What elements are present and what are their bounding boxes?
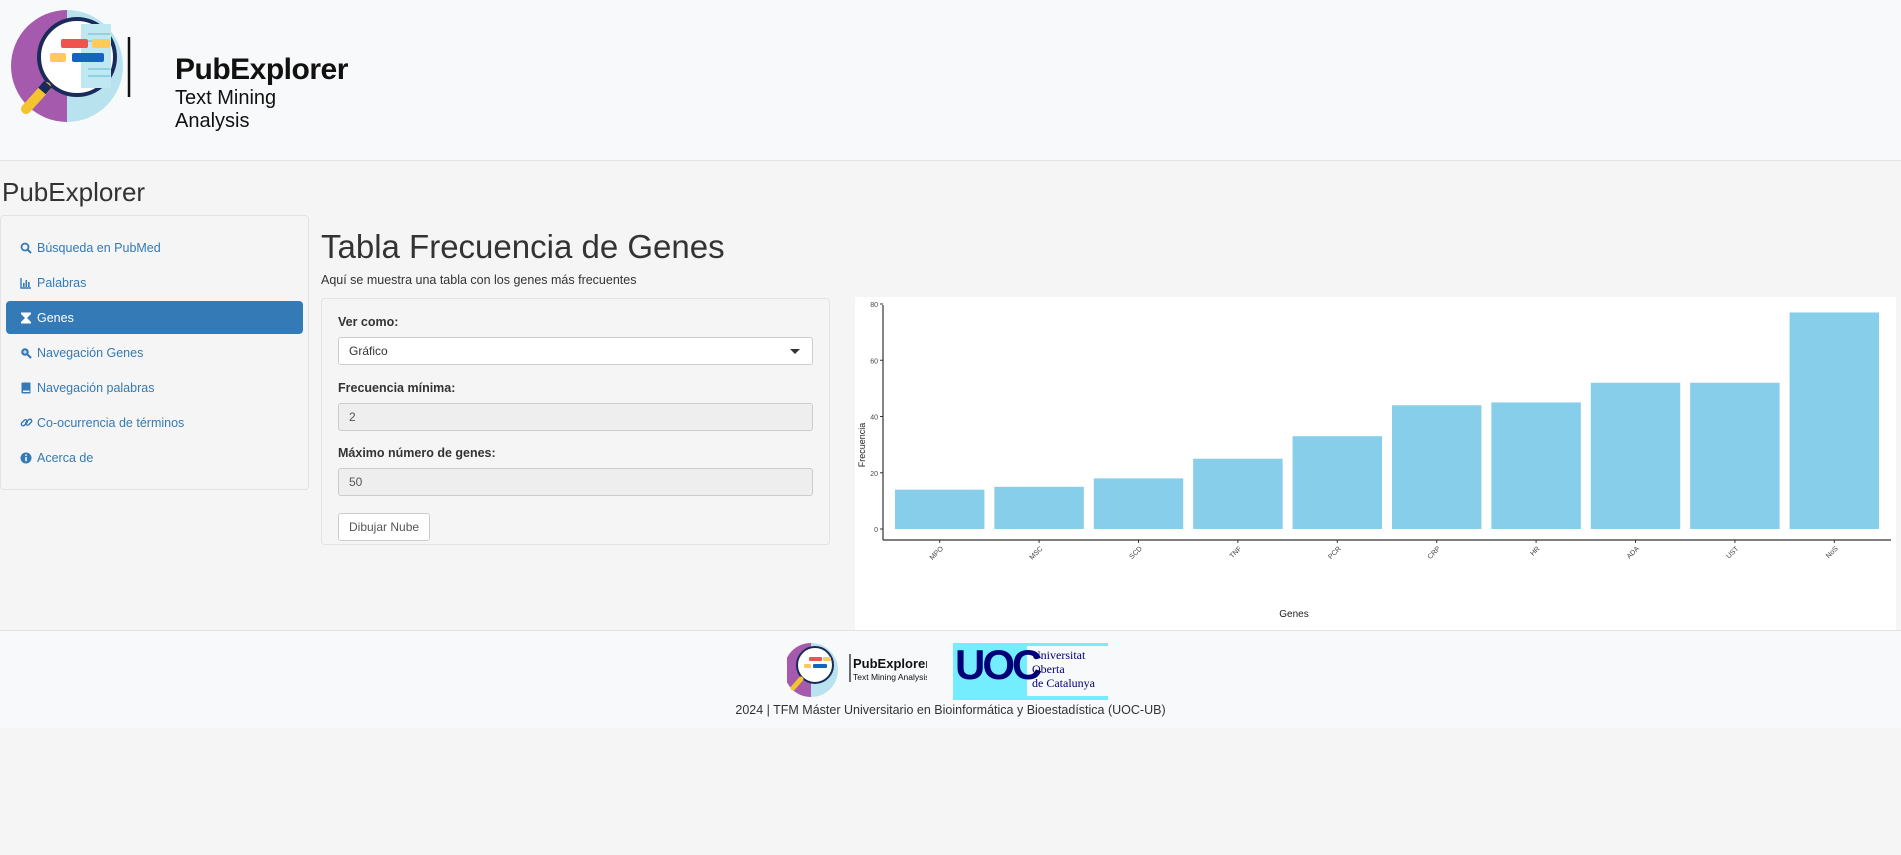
- x-tick-label: HR: [1529, 545, 1541, 557]
- x-tick-label: ADA: [1626, 545, 1641, 560]
- sidebar-item-label: Palabras: [37, 275, 87, 290]
- x-tick-label: MPO: [929, 545, 946, 562]
- search-plus-icon: [19, 346, 33, 360]
- x-tick-label: UST: [1725, 545, 1740, 560]
- bar-msc: [994, 486, 1084, 529]
- x-tick-label: PCR: [1327, 545, 1342, 560]
- sidebar-item-genes[interactable]: Genes: [6, 301, 303, 334]
- sidebar-item-label: Genes: [37, 310, 74, 325]
- link-icon: [19, 416, 33, 430]
- y-tick-label: 40: [870, 415, 878, 422]
- brand-title: PubExplorer: [175, 53, 348, 86]
- bar-ada: [1590, 382, 1681, 529]
- sidebar-nav: Búsqueda en PubMed Palabras Genes Navega…: [0, 215, 309, 490]
- footer-brand-subtitle: Text Mining Analysis: [853, 672, 927, 682]
- draw-cloud-button[interactable]: Dibujar Nube: [338, 513, 431, 541]
- caret-down-icon: [790, 349, 800, 354]
- bar-crp: [1391, 405, 1482, 529]
- uoc-name-line-1: Universitat: [1032, 648, 1086, 662]
- bar-chart: 020406080 MPO MSC SCD TNF PCR CRP HR ADA UST NoS …: [857, 302, 1891, 620]
- app-footer: PubExplorer Text Mining Analysis UOC Uni…: [0, 630, 1901, 728]
- min-frequency-label: Frecuencia mínima:: [338, 381, 456, 395]
- x-tick-label: NoS: [1825, 545, 1840, 560]
- magnifier-logo-icon: [11, 10, 131, 122]
- brand-subtitle: Text Mining Analysis: [175, 87, 277, 132]
- max-genes-input[interactable]: 50: [338, 468, 813, 496]
- sidebar-item-busqueda-pubmed[interactable]: Búsqueda en PubMed: [6, 231, 303, 264]
- sidebar-item-navegacion-genes[interactable]: Navegación Genes: [6, 336, 303, 369]
- sidebar-item-label: Acerca de: [37, 450, 94, 465]
- sidebar-item-palabras[interactable]: Palabras: [6, 266, 303, 299]
- sidebar-item-acerca-de[interactable]: Acerca de: [6, 441, 303, 474]
- uoc-logo-mark: UOC: [955, 643, 1042, 688]
- y-tick-label: 80: [870, 302, 878, 309]
- bar-tnf: [1193, 458, 1283, 529]
- search-icon: [19, 241, 33, 255]
- bar-nos: [1789, 312, 1880, 529]
- pubexplorer-logo: PubExplorer Text Mining Analysis: [10, 9, 350, 151]
- bar-hr: [1491, 402, 1581, 529]
- hourglass-icon: [19, 311, 33, 325]
- footer-credits: 2024 | TFM Máster Universitario en Bioin…: [735, 703, 1166, 717]
- gene-frequency-chart: 0 20 40 60 80 MPO MSC SCD TNF PCR CRP HR ADA UST NoS …: [855, 297, 1896, 630]
- page-description: Aquí se muestra una tabla con los genes …: [321, 273, 637, 287]
- sidebar-item-coocurrencia[interactable]: Co-ocurrencia de términos: [6, 406, 303, 439]
- x-axis-title: Genes: [1279, 609, 1308, 620]
- bar-chart-icon: [19, 276, 33, 290]
- page-title: Tabla Frecuencia de Genes: [321, 228, 725, 265]
- uoc-name-line-2: Oberta: [1032, 662, 1065, 676]
- y-tick-label: 20: [870, 471, 878, 478]
- view-as-value: Gráfico: [349, 344, 388, 358]
- app-title: PubExplorer: [2, 177, 146, 207]
- x-tick-label: CRP: [1427, 545, 1443, 561]
- app-header: PubExplorer Text Mining Analysis: [0, 0, 1901, 161]
- y-tick-label: 60: [870, 358, 878, 365]
- info-circle-icon: [19, 451, 33, 465]
- y-axis-title: Frecuencia: [857, 423, 867, 468]
- bar-scd: [1093, 478, 1184, 529]
- magnifier-logo-icon: PubExplorer Text Mining Analysis: [787, 643, 930, 697]
- sidebar-item-label: Navegación Genes: [37, 345, 144, 360]
- y-tick-label: 0: [874, 527, 878, 534]
- x-tick-label: TNF: [1229, 545, 1244, 560]
- view-as-label: Ver como:: [338, 315, 399, 329]
- options-panel: Ver como: Gráfico Frecuencia mínima: 2 M…: [321, 298, 830, 545]
- min-frequency-input[interactable]: 2: [338, 403, 813, 431]
- sidebar-item-navegacion-palabras[interactable]: Navegación palabras: [6, 371, 303, 404]
- book-icon: [19, 381, 33, 395]
- bar-ust: [1690, 382, 1780, 529]
- bar-mpo: [894, 489, 985, 529]
- sidebar-item-label: Co-ocurrencia de términos: [37, 415, 185, 430]
- sidebar-item-label: Navegación palabras: [37, 380, 155, 395]
- max-genes-label: Máximo número de genes:: [338, 446, 496, 460]
- uoc-logo: UOC Universitat Oberta de Catalunya: [953, 641, 1108, 700]
- footer-pubexplorer-logo: PubExplorer Text Mining Analysis: [787, 642, 930, 702]
- sidebar-item-label: Búsqueda en PubMed: [37, 240, 161, 255]
- x-tick-label: SCD: [1129, 545, 1144, 560]
- footer-brand-title: PubExplorer: [853, 656, 927, 671]
- bar-pcr: [1292, 436, 1383, 529]
- x-tick-label: MSC: [1029, 545, 1045, 561]
- uoc-name-line-3: de Catalunya: [1032, 676, 1096, 690]
- view-as-select[interactable]: Gráfico: [338, 337, 813, 365]
